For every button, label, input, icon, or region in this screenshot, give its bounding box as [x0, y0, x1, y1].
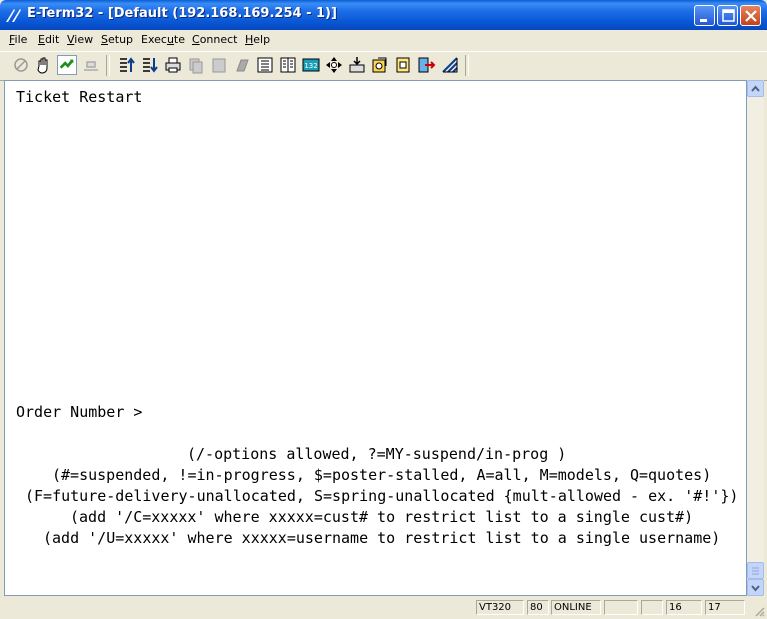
menu-help[interactable]: Help	[245, 33, 270, 46]
status-connection: ONLINE	[551, 600, 601, 615]
terminal-line: (/-options allowed, ?=MY-suspend/in-prog…	[187, 445, 567, 463]
132-columns-icon[interactable]: 132	[301, 55, 321, 75]
status-col: 17	[705, 600, 745, 615]
terminal-line: Ticket Restart	[16, 88, 143, 106]
close-icon	[745, 10, 757, 22]
tray-icon[interactable]	[347, 55, 367, 75]
toolbar: 132	[0, 51, 767, 81]
resize-grip-icon[interactable]	[753, 605, 765, 617]
terminal-line: (#=suspended, !=in-progress, $=poster-st…	[52, 466, 712, 484]
scroll-up-button[interactable]	[747, 80, 764, 97]
scroll-thumb[interactable]	[747, 562, 764, 579]
status-columns: 80	[527, 600, 549, 615]
terminal-line: (F=future-delivery-unallocated, S=spring…	[25, 487, 739, 505]
window-title: E-Term32 - [Default (192.168.169.254 - 1…	[27, 6, 337, 21]
disconnect-icon[interactable]	[81, 55, 101, 75]
title-bar[interactable]: E-Term32 - [Default (192.168.169.254 - 1…	[0, 0, 767, 30]
connect-button[interactable]	[57, 55, 77, 75]
exit-icon[interactable]	[416, 55, 436, 75]
status-panel-empty	[604, 600, 638, 615]
connect-icon	[59, 59, 74, 69]
columns-icon[interactable]	[278, 55, 298, 75]
terminal-line: (add '/C=xxxxx' where xxxxx=cust# to res…	[70, 508, 694, 526]
chevron-up-icon	[751, 85, 760, 92]
resize-icon[interactable]	[440, 55, 460, 75]
menu-setup[interactable]: Setup	[101, 33, 133, 46]
copy-icon[interactable]	[186, 55, 206, 75]
menu-file[interactable]: File	[9, 33, 27, 46]
page-icon[interactable]	[255, 55, 275, 75]
grip-icon	[752, 567, 759, 575]
scroll-down-button[interactable]	[747, 579, 764, 596]
download-icon[interactable]	[140, 55, 160, 75]
terminal-screen[interactable]: Ticket Restart Order Number > (/-options…	[4, 80, 747, 596]
status-row: 16	[666, 600, 702, 615]
hand-icon[interactable]	[34, 55, 54, 75]
menu-bar: File Edit View Setup Execute Connect Hel…	[0, 30, 767, 50]
maximize-button[interactable]	[717, 5, 738, 26]
paste-icon[interactable]	[209, 55, 229, 75]
status-panel-empty	[641, 600, 663, 615]
menu-execute[interactable]: Execute	[141, 33, 185, 46]
stop-icon[interactable]	[11, 55, 31, 75]
upload-icon[interactable]	[117, 55, 137, 75]
svg-text:132: 132	[304, 62, 317, 70]
maximize-icon	[722, 9, 735, 22]
eterm-app-icon	[6, 9, 21, 22]
terminal-line: (add '/U=xxxxx' where xxxxx=username to …	[43, 529, 721, 547]
menu-connect[interactable]: Connect	[192, 33, 238, 46]
status-emulation: VT320	[476, 600, 524, 615]
vertical-scrollbar[interactable]	[747, 80, 764, 596]
menu-edit[interactable]: Edit	[38, 33, 59, 46]
minimize-button[interactable]	[694, 5, 715, 26]
chevron-down-icon	[751, 585, 760, 592]
order-number-prompt: Order Number >	[16, 403, 143, 421]
capture-icon[interactable]	[370, 55, 390, 75]
print-icon[interactable]	[163, 55, 183, 75]
close-button[interactable]	[740, 5, 761, 26]
status-bar: VT320 80 ONLINE 16 17	[0, 597, 767, 619]
minimize-icon	[700, 19, 707, 22]
clear-icon[interactable]	[232, 55, 252, 75]
menu-view[interactable]: View	[67, 33, 93, 46]
log-icon[interactable]	[393, 55, 413, 75]
move-icon[interactable]	[324, 55, 344, 75]
